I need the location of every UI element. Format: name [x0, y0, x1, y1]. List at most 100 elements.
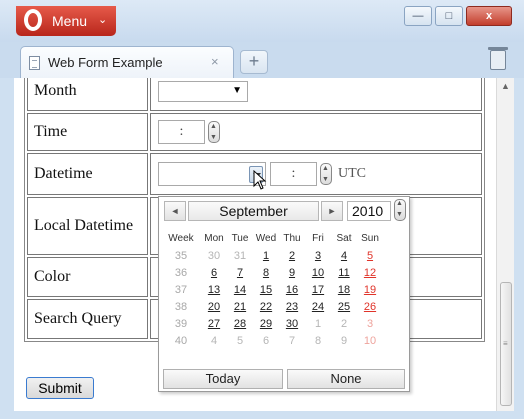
tab-strip: Web Form Example × +	[0, 42, 524, 78]
datetime-date-input[interactable]	[158, 162, 266, 186]
scrollbar-thumb[interactable]: ≡	[500, 282, 512, 406]
calendar-day[interactable]: 22	[253, 299, 279, 316]
time-label: Time	[27, 113, 148, 151]
datetime-time-spinner[interactable]	[320, 163, 332, 185]
calendar-day[interactable]: 9	[331, 333, 357, 350]
calendar-header-row: Week Mon Tue Wed Thu Fri Sat Sun	[161, 231, 383, 248]
utc-label: UTC	[338, 166, 366, 181]
week-number: 38	[174, 301, 188, 313]
calendar-day[interactable]: 16	[279, 282, 305, 299]
calendar-day[interactable]: 13	[201, 282, 227, 299]
calendar-day[interactable]: 30	[201, 248, 227, 265]
year-input[interactable]: 2010	[347, 201, 391, 221]
calendar-day[interactable]: 25	[331, 299, 357, 316]
tab-close-icon[interactable]: ×	[211, 54, 219, 69]
minimize-button[interactable]: —	[404, 6, 432, 26]
calendar-day[interactable]: 27	[201, 316, 227, 333]
day-header: Sat	[336, 233, 352, 244]
week-number: 37	[174, 284, 188, 296]
time-field-cell: :	[150, 113, 482, 151]
calendar-day[interactable]: 12	[357, 265, 383, 282]
previous-month-button[interactable]: ◄	[164, 201, 186, 221]
next-month-button[interactable]: ►	[321, 201, 343, 221]
calendar-day[interactable]: 7	[227, 265, 253, 282]
calendar-day[interactable]: 10	[305, 265, 331, 282]
calendar-day[interactable]: 29	[253, 316, 279, 333]
month-select[interactable]: ▼	[158, 80, 248, 102]
opera-menu-button[interactable]: Menu ⌄	[16, 6, 116, 36]
calendar-day[interactable]: 7	[279, 333, 305, 350]
calendar-day[interactable]: 26	[357, 299, 383, 316]
calendar-day[interactable]: 4	[201, 333, 227, 350]
calendar-day[interactable]: 10	[357, 333, 383, 350]
calendar-day[interactable]: 23	[279, 299, 305, 316]
month-field-cell: ▼	[150, 78, 482, 111]
week-number: 36	[174, 267, 188, 279]
calendar-day[interactable]: 3	[357, 316, 383, 333]
calendar-day[interactable]: 14	[227, 282, 253, 299]
calendar-day[interactable]: 1	[253, 248, 279, 265]
year-spinner[interactable]	[394, 199, 406, 221]
calendar-day[interactable]: 6	[253, 333, 279, 350]
calendar-day[interactable]: 9	[279, 265, 305, 282]
menu-label: Menu	[52, 13, 88, 29]
week-number: 40	[174, 335, 188, 347]
calendar-day[interactable]: 11	[331, 265, 357, 282]
month-selector[interactable]: September	[188, 201, 319, 221]
datetime-field-cell: : UTC	[150, 153, 482, 195]
calendar-day[interactable]: 1	[305, 316, 331, 333]
local-datetime-label: Local Datetime	[27, 197, 148, 255]
tab-web-form-example[interactable]: Web Form Example ×	[20, 46, 234, 78]
calendar-week-row: 35 30 31 1 2 3 4 5	[161, 248, 383, 265]
calendar-day[interactable]: 6	[201, 265, 227, 282]
calendar-day[interactable]: 28	[227, 316, 253, 333]
datetime-time-input[interactable]: :	[270, 162, 317, 186]
calendar-day[interactable]: 3	[305, 248, 331, 265]
calendar-day[interactable]: 8	[253, 265, 279, 282]
time-input[interactable]: :	[158, 120, 205, 144]
calendar-day[interactable]: 30	[279, 316, 305, 333]
datetime-label: Datetime	[27, 153, 148, 195]
calendar-day[interactable]: 19	[357, 282, 383, 299]
calendar-day[interactable]: 21	[227, 299, 253, 316]
window-controls: — □ x	[401, 6, 512, 28]
none-button[interactable]: None	[287, 369, 405, 389]
day-header: Fri	[312, 233, 324, 244]
day-header: Mon	[204, 233, 224, 244]
color-label: Color	[27, 257, 148, 297]
calendar-day[interactable]: 4	[331, 248, 357, 265]
maximize-button[interactable]: □	[435, 6, 463, 26]
day-header: Wed	[255, 233, 277, 244]
calendar-day[interactable]: 24	[305, 299, 331, 316]
calendar-day[interactable]: 2	[331, 316, 357, 333]
trash-icon[interactable]	[488, 47, 508, 70]
calendar-day[interactable]: 18	[331, 282, 357, 299]
scroll-up-icon[interactable]: ▲	[501, 81, 510, 91]
calendar-week-row: 37 13 14 15 16 17 18 19	[161, 282, 383, 299]
calendar-week-row: 39 27 28 29 30 1 2 3	[161, 316, 383, 333]
close-window-button[interactable]: x	[466, 6, 512, 26]
calendar-day[interactable]: 5	[227, 333, 253, 350]
grip-icon: ≡	[503, 339, 508, 348]
calendar-day[interactable]: 20	[201, 299, 227, 316]
chevron-down-icon: ⌄	[98, 14, 108, 26]
week-number: 35	[174, 250, 188, 262]
new-tab-button[interactable]: +	[240, 50, 268, 74]
calendar-week-row: 36 6 7 8 9 10 11 12	[161, 265, 383, 282]
vertical-scrollbar[interactable]: ▲ ≡	[496, 78, 514, 411]
mouse-cursor-icon	[253, 170, 267, 190]
calendar-day[interactable]: 15	[253, 282, 279, 299]
calendar-day[interactable]: 17	[305, 282, 331, 299]
submit-button[interactable]: Submit	[26, 377, 94, 399]
week-number: 39	[174, 318, 188, 330]
time-spinner[interactable]	[208, 121, 220, 143]
table-row: Month ▼	[27, 78, 482, 111]
date-picker-popup: ◄ September ► 2010 Week Mon Tue Wed Thu …	[158, 196, 410, 392]
opera-logo-icon	[24, 9, 42, 31]
calendar-day[interactable]: 8	[305, 333, 331, 350]
search-query-label: Search Query	[27, 299, 148, 339]
calendar-day[interactable]: 31	[227, 248, 253, 265]
calendar-day[interactable]: 5	[357, 248, 383, 265]
calendar-day[interactable]: 2	[279, 248, 305, 265]
today-button[interactable]: Today	[163, 369, 283, 389]
